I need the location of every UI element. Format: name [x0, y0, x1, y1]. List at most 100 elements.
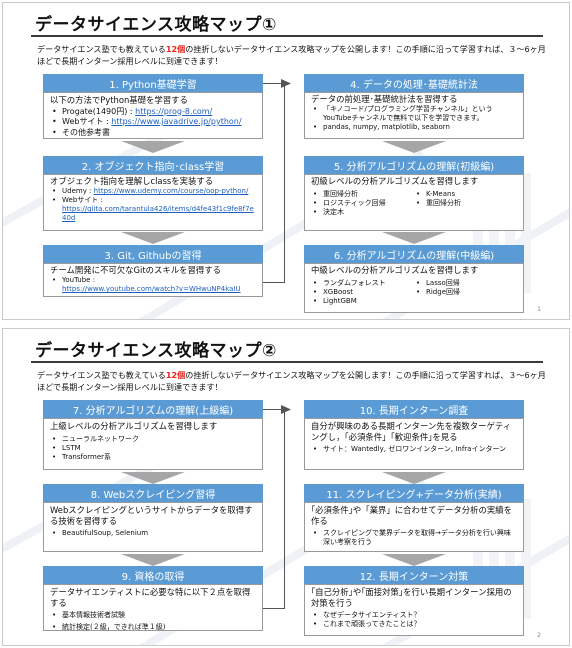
step-4-body: データの前処理･基礎統計法を習得する 「キノコード/プログラミング学習チャンネル…	[304, 92, 524, 139]
list-item: 重回帰分析	[311, 190, 414, 199]
item-text: その他参考書	[62, 127, 110, 137]
list-item: 統計検定(２級，できれば準１級)	[50, 623, 256, 632]
algorithm-columns: 重回帰分析 ロジスティック回帰 決定木 K-Means 重回帰分析	[311, 190, 517, 217]
step-7-header: 7. 分析アルゴリズムの理解(上級編)	[43, 400, 263, 418]
step-6-header: 6. 分析アルゴリズムの理解(中級編)	[304, 245, 524, 263]
step-lead: Webスクレイピングというサイトからデータを取得する技術を習得する	[50, 505, 253, 526]
list-item: その他参考書	[50, 128, 256, 139]
resource-link[interactable]: https://prog-8.com/	[135, 107, 212, 116]
slide-2: データサイエンス攻略マップ② データサイエンス塾でも教えている12個の挫折しない…	[2, 328, 570, 646]
step-3-body: チーム開発に不可欠なGitのスキルを習得する YouTube : https:/…	[43, 263, 263, 297]
list-item: LSTM	[50, 444, 256, 453]
step-title: 9. 資格の取得	[121, 571, 185, 583]
item-text: Webサイト :	[62, 117, 112, 126]
list-item: LightGBM	[311, 297, 414, 306]
algorithm-list: ランダムフォレスト XGBoost LightGBM	[311, 279, 414, 306]
step-title: 2. オブジェクト指向･class学習	[81, 161, 225, 173]
chevron-down-icon	[382, 554, 446, 566]
site-list: サイト：Wantedly, ゼロワンインターン, Infraインターン	[311, 445, 517, 454]
step-title: 8. Webスクレイピング習得	[90, 489, 216, 501]
step-title: 12. 長期インターン対策	[359, 571, 469, 583]
step-lead: 上級レベルの分析アルゴリズムを習得します	[50, 421, 218, 431]
resource-list: YouTube : https://www.youtube.com/watch?…	[50, 276, 256, 294]
step-10-body: 自分が興味のある長期インターン先を複数ターゲティングし，「必須条件」｢歓迎条件｣…	[304, 418, 524, 470]
chevron-down-icon	[121, 554, 185, 566]
step-9-header: 9. 資格の取得	[43, 566, 263, 584]
chevron-down-icon	[121, 141, 185, 153]
step-12-header: 12. 長期インターン対策	[304, 566, 524, 584]
list-item: なぜデータサイエンティスト？	[311, 611, 517, 620]
step-2-body: オブジェクト指向を理解しclassを実装する Udemy : https://w…	[43, 174, 263, 231]
step-title: 11. スクレイピング+データ分析(実績)	[326, 489, 502, 501]
list-item: ランダムフォレスト	[311, 279, 414, 288]
step-9-body: データサイエンティストに必要な特に以下２点を取得する 基本情報技術者試験 統計検…	[43, 584, 263, 632]
step-title: 1. Python基礎学習	[109, 79, 197, 91]
certification-list: 基本情報技術者試験 統計検定(２級，できれば準１級)	[50, 611, 256, 632]
step-10-header: 10. 長期インターン調査	[304, 400, 524, 418]
arrow-right-icon	[281, 79, 291, 88]
step-title: 4. データの処理･基礎統計法	[350, 79, 478, 91]
slide-1: データサイエンス攻略マップ① データサイエンス塾でも教えている12個の挫折しない…	[2, 2, 570, 320]
question-list: なぜデータサイエンティスト？ これまで頑張ってきたことは？	[311, 611, 517, 629]
resource-link[interactable]: https://qiita.com/tarantula426/items/d4f…	[62, 205, 254, 222]
list-item: K-Means	[414, 190, 517, 199]
list-item: サイト：Wantedly, ゼロワンインターン, Infraインターン	[311, 445, 517, 454]
item-text: Udemy :	[62, 187, 94, 195]
list-item: ニューラルネットワーク	[50, 435, 256, 444]
step-lead: 初級レベルの分析アルゴリズムを習得します	[311, 176, 479, 186]
step-5-body: 初級レベルの分析アルゴリズムを習得します 重回帰分析 ロジスティック回帰 決定木…	[304, 174, 524, 231]
step-11-header: 11. スクレイピング+データ分析(実績)	[304, 484, 524, 502]
title-bar: データサイエンス攻略マップ①	[31, 9, 543, 37]
list-item: 決定木	[311, 208, 414, 217]
resource-link[interactable]: https://www.javadrive.jp/python/	[111, 117, 241, 126]
step-3-header: 3. Git, Githubの習得	[43, 245, 263, 263]
step-title: 3. Git, Githubの習得	[104, 250, 202, 262]
list-item: スクレイピングで業界データを取得→データ分析を行い興味深い考察を行う	[311, 529, 517, 547]
chevron-down-icon	[121, 472, 185, 484]
flow-connector	[263, 83, 285, 283]
list-item: ロジスティック回帰	[311, 199, 414, 208]
resource-link[interactable]: https://www.udemy.com/course/oop-python/	[94, 187, 249, 195]
step-lead: 中級レベルの分析アルゴリズムを習得します	[311, 265, 479, 275]
list-item: Webサイト : https://www.javadrive.jp/python…	[50, 117, 256, 128]
topic-list: 「キノコード/プログラミング学習チャンネル」というYouTubeチャンネルで無料…	[311, 105, 517, 132]
step-5-header: 5. 分析アルゴリズムの理解(初級編)	[304, 156, 524, 174]
step-lead: 以下の方法でPython基礎を学習する	[50, 95, 188, 105]
list-item: Udemy : https://www.udemy.com/course/oop…	[50, 187, 256, 196]
algorithm-list: Lasso回帰 Ridge回帰	[414, 279, 517, 306]
list-item: Progate(1490円) : https://prog-8.com/	[50, 107, 256, 118]
step-4-header: 4. データの処理･基礎統計法	[304, 74, 524, 92]
step-11-body: ｢必須条件｣や「業界」に合わせてデータ分析の実績を作る スクレイピングで業界デー…	[304, 502, 524, 552]
item-text: Webサイト :	[62, 196, 103, 204]
algorithm-list: ニューラルネットワーク LSTM Transformer系	[50, 435, 256, 462]
action-list: スクレイピングで業界データを取得→データ分析を行い興味深い考察を行う	[311, 529, 517, 547]
resource-link[interactable]: https://www.youtube.com/watch?v=WHwuNP4k…	[62, 285, 241, 293]
intro-text: データサイエンス塾でも教えている12個の挫折しないデータサイエンス攻略マップを公…	[37, 369, 547, 393]
resource-list: Udemy : https://www.udemy.com/course/oop…	[50, 187, 256, 223]
chevron-down-icon	[382, 141, 446, 153]
intro-highlight: 12個	[165, 370, 186, 380]
chevron-down-icon	[382, 472, 446, 484]
resource-list: Progate(1490円) : https://prog-8.com/ Web…	[50, 107, 256, 139]
step-8-header: 8. Webスクレイピング習得	[43, 484, 263, 502]
list-item: これまで頑張ってきたことは？	[311, 620, 517, 629]
step-title: 10. 長期インターン調査	[359, 405, 469, 417]
list-item: pandas, numpy, matplotlib, seaborn	[311, 123, 517, 132]
page-number: 1	[537, 306, 541, 313]
list-item: YouTube : https://www.youtube.com/watch?…	[50, 276, 256, 294]
step-lead: ｢必須条件｣や「業界」に合わせてデータ分析の実績を作る	[311, 505, 512, 526]
algorithm-list: 重回帰分析 ロジスティック回帰 決定木	[311, 190, 414, 217]
list-item: 基本情報技術者試験	[50, 611, 256, 620]
step-lead: オブジェクト指向を理解しclassを実装する	[50, 176, 214, 186]
flow-connector	[263, 409, 285, 609]
algorithm-columns: ランダムフォレスト XGBoost LightGBM Lasso回帰 Ridge…	[311, 279, 517, 306]
step-title: 7. 分析アルゴリズムの理解(上級編)	[72, 405, 234, 417]
tool-list: BeautifulSoup, Selenium	[50, 529, 256, 538]
list-item: 重回帰分析	[414, 199, 517, 208]
item-text: YouTube :	[62, 276, 96, 284]
page-number: 2	[537, 632, 541, 639]
step-lead: 自分が興味のある長期インターン先を複数ターゲティングし，「必須条件」｢歓迎条件｣…	[311, 421, 512, 442]
step-6-body: 中級レベルの分析アルゴリズムを習得します ランダムフォレスト XGBoost L…	[304, 263, 524, 313]
algorithm-list: K-Means 重回帰分析	[414, 190, 517, 217]
list-item: Transformer系	[50, 453, 256, 462]
